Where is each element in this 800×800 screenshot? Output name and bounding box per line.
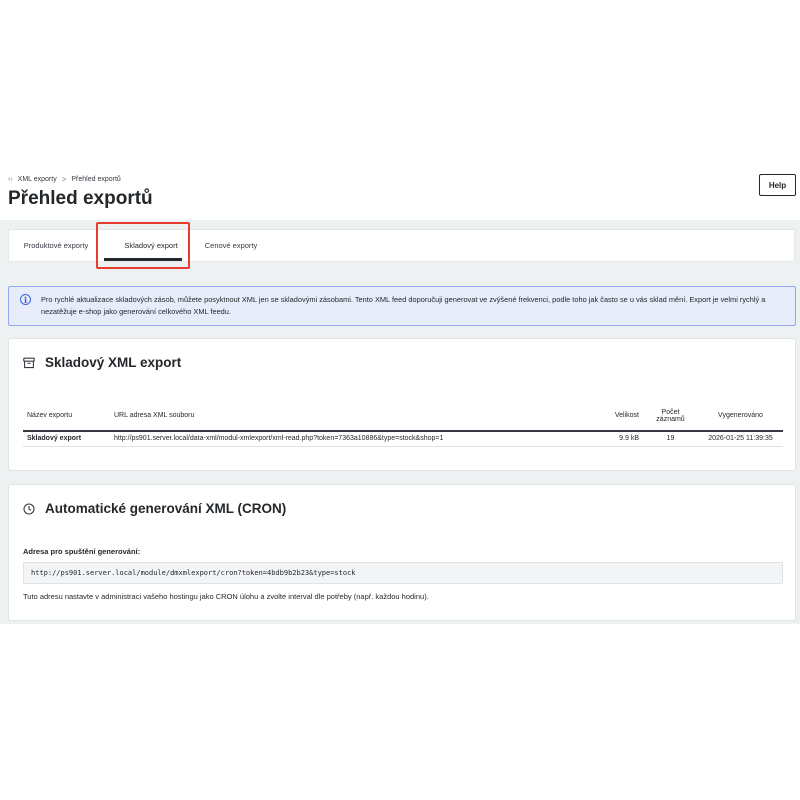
cron-card: Automatické generování XML (CRON) Adresa… <box>8 484 796 621</box>
col-name-header: Název exportu <box>23 401 110 432</box>
cron-help-text: Tuto adresu nastavte v administraci vaše… <box>23 592 429 601</box>
table-header-row: Název exportu URL adresa XML souboru Vel… <box>23 401 783 432</box>
export-url[interactable]: http://ps901.server.local/data-xml/modul… <box>110 431 603 447</box>
code-icon: ‹› <box>8 176 13 183</box>
cron-url-field[interactable]: http://ps901.server.local/module/dmxmlex… <box>23 562 783 584</box>
cron-url-label: Adresa pro spuštění generování: <box>23 547 141 556</box>
export-size: 9.9 kB <box>603 431 643 447</box>
tab-product-exports[interactable]: Produktové exporty <box>11 230 101 261</box>
col-count-header: Počet záznamů <box>643 401 698 432</box>
page-title: Přehled exportů <box>8 188 153 209</box>
col-generated-header: Vygenerováno <box>698 401 783 432</box>
archive-icon <box>23 357 35 369</box>
breadcrumb-separator: > <box>61 175 67 184</box>
card-header: Skladový XML export <box>23 355 181 370</box>
tab-price-exports[interactable]: Cenové exporty <box>189 230 273 261</box>
breadcrumb: ‹› XML exporty > Přehled exportů <box>8 175 121 184</box>
help-button[interactable]: Help <box>759 174 796 196</box>
export-name: Skladový export <box>23 431 110 447</box>
highlight-annotation <box>96 222 190 269</box>
exports-table: Název exportu URL adresa XML souboru Vel… <box>23 401 783 447</box>
stock-export-card: Skladový XML export Název exportu URL ad… <box>8 338 796 471</box>
info-alert: i Pro rychlé aktualizace skladových záso… <box>8 286 796 326</box>
breadcrumb-parent-link[interactable]: XML exporty <box>18 176 57 183</box>
export-count: 19 <box>643 431 698 447</box>
col-size-header: Velikost <box>603 401 643 432</box>
table-row: Skladový export http://ps901.server.loca… <box>23 431 783 447</box>
export-generated: 2026-01-25 11:39:35 <box>698 431 783 447</box>
card-title: Automatické generování XML (CRON) <box>45 501 287 516</box>
card-header: Automatické generování XML (CRON) <box>23 501 286 516</box>
card-title: Skladový XML export <box>45 355 182 370</box>
col-url-header: URL adresa XML souboru <box>110 401 603 432</box>
info-icon: i <box>20 294 31 305</box>
alert-text: Pro rychlé aktualizace skladových zásob,… <box>41 295 766 316</box>
breadcrumb-current: Přehled exportů <box>71 176 121 183</box>
clock-icon <box>23 502 35 515</box>
